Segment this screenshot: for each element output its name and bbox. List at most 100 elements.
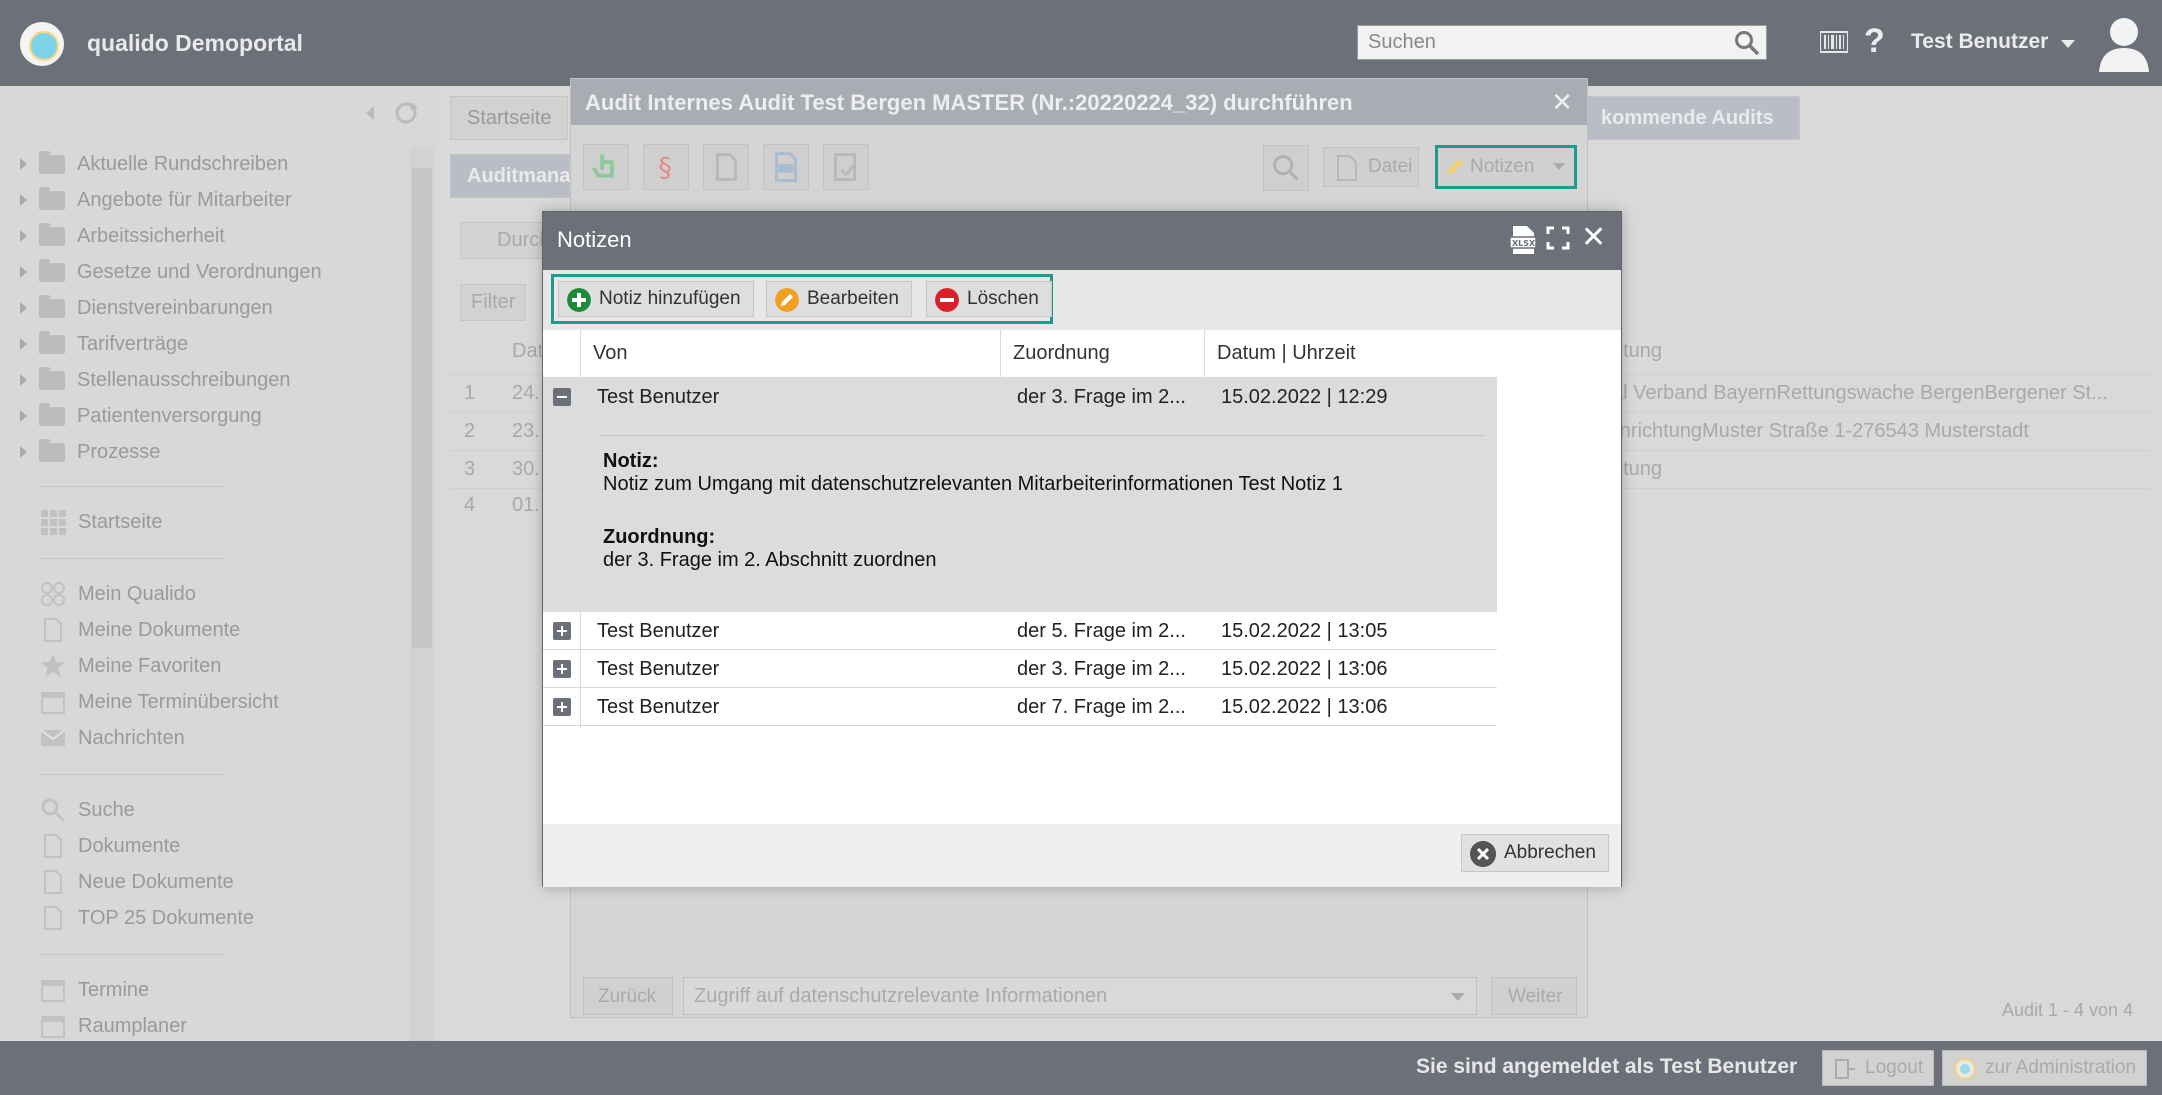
table-row[interactable]: Test Benutzer der 7. Frage im 2... 15.02…: [543, 688, 1497, 726]
iso-tool-button[interactable]: [763, 144, 809, 190]
nav-mein-qualido[interactable]: Mein Qualido: [40, 576, 196, 612]
chevron-down-icon[interactable]: [2058, 34, 2078, 54]
detail-assignment-text: der 3. Frage im 2. Abschnitt zuordnen: [603, 549, 937, 571]
user-menu-name[interactable]: Test Benutzer: [1911, 30, 2048, 54]
paragraph-tool-button[interactable]: §: [643, 144, 689, 190]
tree-item[interactable]: Tarifverträge: [0, 326, 410, 362]
tree-item[interactable]: Gesetze und Verordnungen: [0, 254, 410, 290]
nav-label: Startseite: [78, 510, 163, 533]
caret-right-icon[interactable]: [20, 374, 27, 386]
svg-text:XLSX: XLSX: [1512, 239, 1536, 248]
sidebar-scroll-thumb[interactable]: [412, 168, 432, 648]
column-header-datum[interactable]: Dat: [512, 340, 543, 363]
tree-item-label: Gesetze und Verordnungen: [77, 260, 322, 283]
datei-button[interactable]: Datei: [1323, 147, 1419, 187]
pointer-tool-button[interactable]: [583, 144, 629, 190]
nav-top25-dokumente[interactable]: TOP 25 Dokumente: [40, 900, 254, 936]
notizen-dialog: Notizen XLSX ✕ Notiz hinzufügen Bearbeit…: [542, 211, 1622, 887]
tree-item[interactable]: Angebote für Mitarbeiter: [0, 182, 410, 218]
folder-icon: [39, 150, 65, 174]
tree-item[interactable]: Aktuelle Rundschreiben: [0, 146, 410, 182]
edit-note-button[interactable]: Bearbeiten: [766, 281, 912, 317]
admin-label: zur Administration: [1985, 1057, 2137, 1078]
sidebar-tools: [366, 102, 418, 124]
add-note-button[interactable]: Notiz hinzufügen: [558, 281, 754, 317]
nav-meine-terminuebersicht[interactable]: Meine Terminübersicht: [40, 684, 279, 720]
nav-nachrichten[interactable]: Nachrichten: [40, 720, 185, 756]
help-icon[interactable]: ?: [1864, 22, 1885, 61]
column-header-datum-uhrzeit[interactable]: Datum | Uhrzeit: [1205, 330, 1497, 378]
cancel-button[interactable]: Abbrechen: [1461, 834, 1609, 872]
close-icon[interactable]: ✕: [1551, 87, 1573, 118]
notizen-button[interactable]: Notizen: [1435, 145, 1577, 189]
barcode-icon[interactable]: [1820, 30, 1848, 54]
cell-zuordnung: der 3. Frage im 2...: [1017, 386, 1186, 408]
caret-right-icon[interactable]: [20, 410, 27, 422]
file-icon: [1337, 155, 1357, 181]
search-input[interactable]: Suchen: [1357, 25, 1767, 60]
document-tool-button[interactable]: [703, 144, 749, 190]
caret-right-icon[interactable]: [20, 194, 27, 206]
expand-row-icon[interactable]: [553, 698, 571, 716]
row-date: 30.: [512, 458, 540, 480]
tab-auditmanagement[interactable]: Auditmana: [450, 154, 570, 198]
nav-startseite[interactable]: Startseite: [40, 504, 162, 540]
login-status-text: Sie sind angemeldet als Test Benutzer: [1416, 1055, 1798, 1078]
expand-row-icon[interactable]: [553, 660, 571, 678]
table-row[interactable]: Test Benutzer der 5. Frage im 2... 15.02…: [543, 612, 1497, 650]
tree-item[interactable]: Patientenversorgung: [0, 398, 410, 434]
hand-pointer-icon: [591, 154, 614, 178]
app-logo[interactable]: [20, 22, 64, 66]
row-number: 4: [464, 494, 476, 516]
tree-item[interactable]: Arbeitssicherheit: [0, 218, 410, 254]
nav-meine-favoriten[interactable]: Meine Favoriten: [40, 648, 221, 684]
search-button[interactable]: [1263, 145, 1309, 191]
tree-item-label: Arbeitssicherheit: [77, 224, 225, 247]
maximize-icon[interactable]: [1546, 226, 1570, 250]
tree-item[interactable]: Stellenausschreibungen: [0, 362, 410, 398]
audit-dialog-header: Audit Internes Audit Test Bergen MASTER …: [571, 79, 1587, 125]
caret-right-icon[interactable]: [20, 338, 27, 350]
nav-suche[interactable]: Suche: [40, 792, 135, 828]
delete-note-button[interactable]: Löschen: [926, 281, 1052, 317]
tab-kommende-audits[interactable]: kommende Audits: [1584, 96, 1800, 140]
nav-termine[interactable]: Termine: [40, 972, 149, 1008]
tab-startseite[interactable]: Startseite: [450, 96, 569, 140]
notizen-dialog-title: Notizen: [557, 227, 632, 252]
admin-button[interactable]: zur Administration: [1942, 1050, 2148, 1086]
caret-right-icon[interactable]: [20, 446, 27, 458]
checklist-tool-button[interactable]: [823, 144, 869, 190]
back-button[interactable]: Zurück: [583, 977, 673, 1015]
pencil-icon: [1447, 159, 1463, 175]
caret-right-icon[interactable]: [20, 302, 27, 314]
tree-item[interactable]: Prozesse: [0, 434, 410, 470]
sidebar: Aktuelle Rundschreiben Angebote für Mita…: [0, 86, 440, 1041]
caret-right-icon[interactable]: [20, 158, 27, 170]
collapse-sidebar-icon[interactable]: [366, 106, 374, 120]
close-icon[interactable]: ✕: [1581, 220, 1606, 255]
qualido-logo-icon: [1954, 1058, 1976, 1080]
nav-neue-dokumente[interactable]: Neue Dokumente: [40, 864, 234, 900]
expand-row-icon[interactable]: [553, 622, 571, 640]
section-select[interactable]: Zugriff auf datenschutzrelevante Informa…: [683, 977, 1477, 1015]
caret-right-icon[interactable]: [20, 266, 27, 278]
column-header-von[interactable]: Von: [581, 330, 1001, 378]
add-note-label: Notiz hinzufügen: [599, 288, 741, 309]
caret-right-icon[interactable]: [20, 230, 27, 242]
search-icon[interactable]: [1734, 30, 1760, 56]
nav-dokumente[interactable]: Dokumente: [40, 828, 180, 864]
xlsx-export-icon[interactable]: XLSX: [1509, 225, 1537, 255]
nav-raumplaner[interactable]: Raumplaner: [40, 1008, 187, 1044]
sidebar-scrollbar[interactable]: [410, 148, 434, 1041]
filter-button[interactable]: Filter: [460, 284, 527, 321]
table-row[interactable]: Test Benutzer der 3. Frage im 2... 15.02…: [543, 650, 1497, 688]
folder-icon: [39, 222, 65, 246]
collapse-row-icon[interactable]: [553, 388, 571, 406]
next-button[interactable]: Weiter: [1491, 977, 1577, 1015]
logout-button[interactable]: Logout: [1822, 1050, 1935, 1086]
nav-meine-dokumente[interactable]: Meine Dokumente: [40, 612, 240, 648]
avatar-icon[interactable]: [2095, 14, 2153, 74]
tree-item[interactable]: Dienstvereinbarungen: [0, 290, 410, 326]
table-row[interactable]: Test Benutzer der 3. Frage im 2... 15.02…: [543, 378, 1497, 416]
column-header-zuordnung[interactable]: Zuordnung: [1001, 330, 1205, 378]
